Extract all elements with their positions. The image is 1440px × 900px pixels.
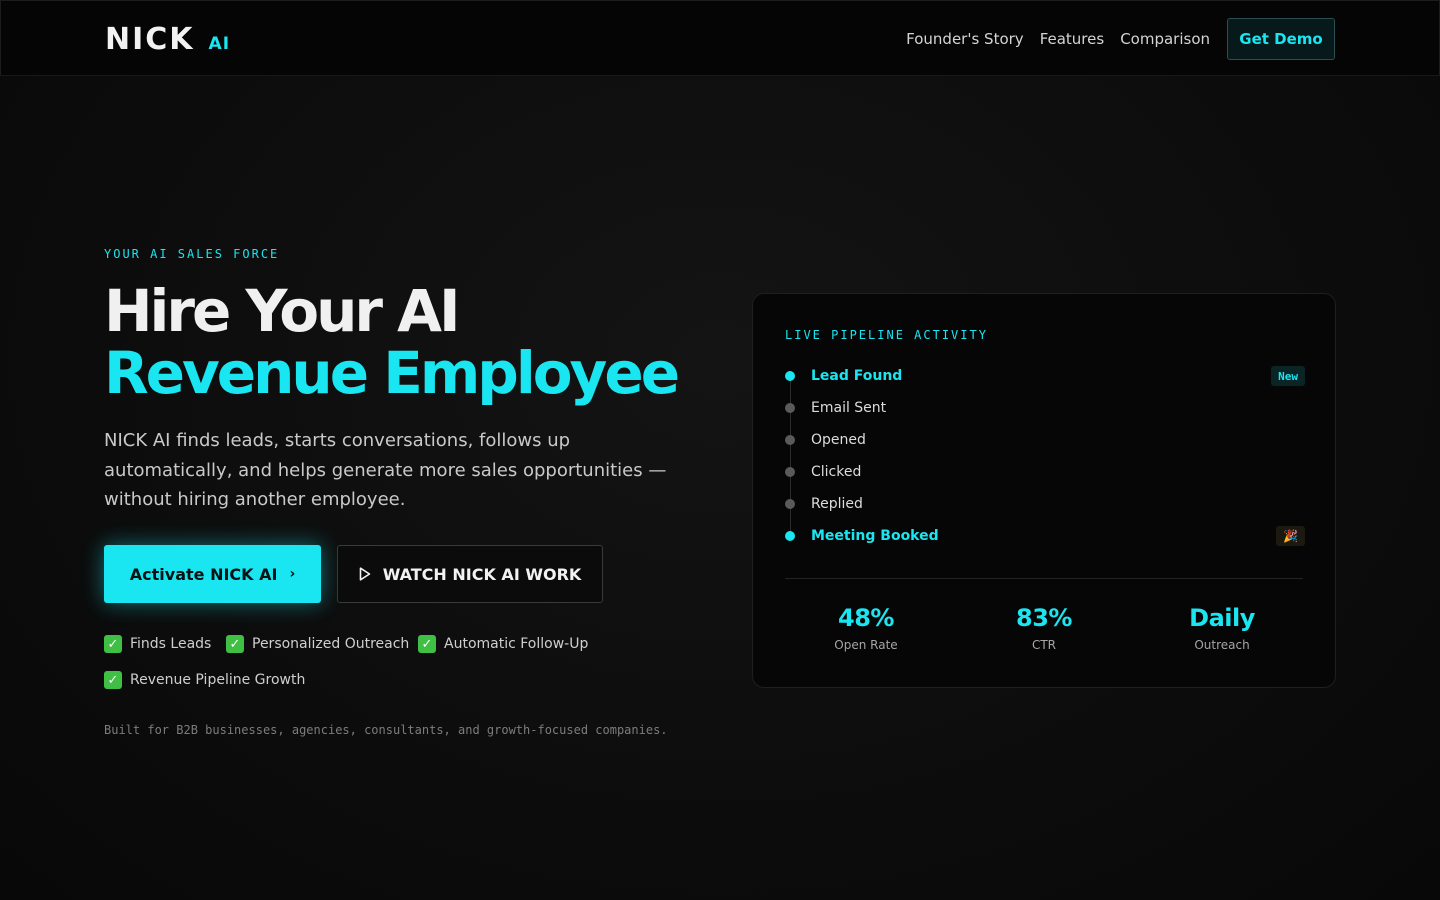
step-label: Replied — [811, 496, 863, 512]
feature-item: ✓ Automatic Follow-Up — [418, 635, 588, 653]
card-divider — [785, 578, 1303, 579]
feature-item: ✓ Personalized Outreach — [226, 635, 409, 653]
pipeline-step-replied: Replied — [785, 494, 1305, 514]
pipeline-step-lead-found: Lead Found New — [785, 366, 1305, 386]
feature-label: Finds Leads — [130, 636, 212, 652]
hero-title-line2: Revenue Employee — [104, 339, 680, 407]
step-label: Meeting Booked — [811, 528, 939, 544]
hero-title: Hire Your AI Revenue Employee — [104, 277, 680, 407]
stat-value: 83% — [1016, 604, 1072, 632]
feature-item: ✓ Finds Leads — [104, 635, 211, 653]
hero-title-line1: Hire Your AI — [104, 277, 461, 345]
status-dot-icon — [785, 403, 795, 413]
step-label: Email Sent — [811, 400, 887, 416]
activate-button-label: Activate NICK AI — [129, 564, 278, 584]
status-dot-icon — [785, 371, 795, 381]
watch-button-label: WATCH NICK AI WORK — [382, 564, 582, 584]
check-icon: ✓ — [226, 635, 244, 653]
get-demo-button[interactable]: Get Demo — [1227, 18, 1335, 60]
pipeline-step-clicked: Clicked — [785, 462, 1305, 482]
nav-link-features[interactable]: Features — [1040, 30, 1105, 48]
hero-description: NICK AI finds leads, starts conversation… — [104, 430, 667, 510]
feature-label: Personalized Outreach — [252, 636, 410, 652]
stat-open-rate: 48% Open Rate — [786, 604, 946, 652]
pipeline-activity-card: LIVE PIPELINE ACTIVITY Lead Found New Em… — [752, 293, 1336, 688]
feature-label: Automatic Follow-Up — [444, 636, 589, 652]
pipeline-step-meeting-booked: Meeting Booked 🎉 — [785, 526, 1305, 546]
stat-value: 48% — [838, 604, 894, 632]
feature-label: Revenue Pipeline Growth — [130, 672, 306, 688]
step-label: Opened — [811, 432, 866, 448]
status-dot-icon — [785, 531, 795, 541]
play-icon — [359, 567, 370, 581]
audience-tagline: Built for B2B businesses, agencies, cons… — [104, 723, 668, 737]
nav-link-comparison[interactable]: Comparison — [1120, 30, 1210, 48]
logo[interactable]: NICK AI — [105, 22, 230, 57]
hero-eyebrow: YOUR AI SALES FORCE — [104, 247, 280, 261]
step-label: Clicked — [811, 464, 862, 480]
logo-wordmark: NICK — [105, 22, 195, 57]
watch-nick-ai-work-button[interactable]: WATCH NICK AI WORK — [337, 545, 603, 603]
pipeline-step-opened: Opened — [785, 430, 1305, 450]
stat-ctr: 83% CTR — [964, 604, 1124, 652]
party-popper-icon: 🎉 — [1276, 526, 1305, 546]
feature-item: ✓ Revenue Pipeline Growth — [104, 671, 305, 689]
step-label: Lead Found — [811, 368, 903, 384]
stat-label: Outreach — [1194, 638, 1250, 652]
check-icon: ✓ — [104, 635, 122, 653]
check-icon: ✓ — [104, 671, 122, 689]
stat-label: CTR — [1031, 638, 1057, 652]
pipeline-step-email-sent: Email Sent — [785, 398, 1305, 418]
check-icon: ✓ — [418, 635, 436, 653]
status-dot-icon — [785, 467, 795, 477]
pipeline-card-title: LIVE PIPELINE ACTIVITY — [785, 328, 988, 342]
stat-label: Open Rate — [834, 638, 898, 652]
stat-value: Daily — [1189, 604, 1255, 632]
status-dot-icon — [785, 499, 795, 509]
status-dot-icon — [785, 435, 795, 445]
stat-outreach: Daily Outreach — [1142, 604, 1302, 652]
chevron-right-icon: › — [289, 566, 296, 582]
activate-nick-ai-button[interactable]: Activate NICK AI › — [104, 545, 321, 603]
nav-link-founders-story[interactable]: Founder's Story — [906, 30, 1024, 48]
new-badge: New — [1271, 366, 1305, 386]
logo-ai-mark: AI — [208, 34, 231, 54]
top-navbar: NICK AI Founder's Story Features Compari… — [0, 0, 1440, 76]
nav-links: Founder's Story Features Comparison Get … — [906, 18, 1335, 60]
